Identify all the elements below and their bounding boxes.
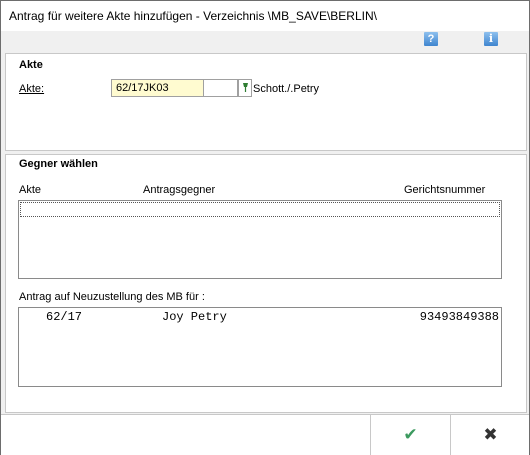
column-header-akte[interactable]: Akte: [19, 184, 41, 196]
column-header-antragsgegner[interactable]: Antragsgegner: [143, 184, 215, 196]
list-item[interactable]: 62/17 Joy Petry 93493849388: [19, 308, 501, 324]
focus-row[interactable]: [20, 202, 500, 217]
pin-icon: [243, 83, 248, 92]
gegner-section-title: Gegner wählen: [19, 158, 98, 170]
list-item-name: Joy Petry: [162, 310, 227, 324]
gegner-section: Gegner wählen Akte Antragsgegner Gericht…: [5, 154, 527, 413]
window-title: Antrag für weitere Akte hinzufügen - Ver…: [9, 9, 377, 23]
checkmark-icon: ✔: [403, 425, 418, 444]
akte-section: Akte Akte: 62/17JK03 Schott./.Petry: [5, 53, 527, 151]
neuzustellung-label: Antrag auf Neuzustellung des MB für :: [19, 291, 205, 303]
akte-input[interactable]: 62/17JK03: [111, 79, 204, 97]
neuzustellung-list[interactable]: 62/17 Joy Petry 93493849388: [18, 307, 502, 387]
column-header-gerichtsnummer[interactable]: Gerichtsnummer: [404, 184, 485, 196]
dialog-window: Antrag für weitere Akte hinzufügen - Ver…: [0, 0, 530, 455]
info-icon[interactable]: i: [484, 32, 498, 46]
akte-suffix-input[interactable]: [203, 79, 238, 97]
akte-label: Akte:: [19, 83, 45, 95]
close-icon: ✖: [483, 425, 498, 444]
list-item-gerichtsnummer: 93493849388: [419, 310, 499, 324]
akte-lookup-button[interactable]: [238, 79, 252, 97]
list-item-akte: 62/17: [46, 310, 83, 324]
akte-section-title: Akte: [19, 59, 43, 71]
footer-bar: ✔ ✖: [1, 414, 529, 455]
help-icon[interactable]: ?: [424, 32, 438, 46]
gegner-list[interactable]: [18, 200, 502, 279]
cancel-button[interactable]: ✖: [450, 415, 530, 455]
ok-button[interactable]: ✔: [370, 415, 450, 455]
title-bar: Antrag für weitere Akte hinzufügen - Ver…: [1, 1, 529, 31]
party-text: Schott./.Petry: [253, 83, 320, 95]
